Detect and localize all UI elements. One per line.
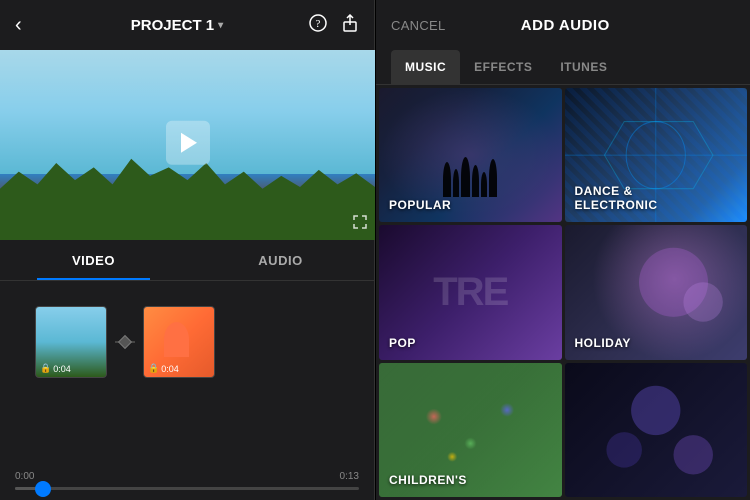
right-header: CANCEL ADD AUDIO: [376, 0, 750, 50]
silhouette-3: [461, 157, 470, 197]
play-triangle-icon: [181, 133, 197, 153]
project-title-container[interactable]: PROJECT 1 ▾: [131, 17, 223, 34]
progress-thumb[interactable]: [35, 481, 51, 497]
clip-row: 🔒 0:04 🔒 0:04: [35, 306, 359, 378]
genre-pop[interactable]: TRE POP: [379, 225, 562, 359]
left-header: ‹ PROJECT 1 ▾ ?: [0, 0, 374, 50]
header-icons: ?: [309, 14, 359, 37]
silhouette-4: [472, 165, 479, 197]
clip-duration-1: 🔒 0:04: [40, 363, 71, 374]
pop-bg-text: TRE: [433, 270, 507, 315]
genre-popular[interactable]: POPULAR: [379, 88, 562, 222]
play-button[interactable]: [166, 121, 210, 165]
silhouette-5: [481, 172, 487, 197]
fullscreen-icon[interactable]: [353, 215, 367, 232]
genre-childrens-label: CHILDREN'S: [389, 473, 552, 487]
genre-dance[interactable]: DANCE & ELECTRONIC: [565, 88, 748, 222]
time-labels: 0:00 0:13: [15, 471, 359, 482]
genre-more[interactable]: [565, 363, 748, 497]
genre-dance-label: DANCE & ELECTRONIC: [575, 184, 738, 212]
back-button[interactable]: ‹: [15, 14, 45, 37]
project-name: PROJECT 1: [131, 17, 214, 34]
video-audio-tabs: VIDEO AUDIO: [0, 240, 374, 281]
connector-diamond-icon: [118, 335, 132, 349]
clip-thumbnail-1[interactable]: 🔒 0:04: [35, 306, 107, 378]
genre-popular-label: POPULAR: [389, 198, 552, 212]
tab-itunes[interactable]: ITUNES: [546, 50, 621, 84]
tab-effects[interactable]: EFFECTS: [460, 50, 546, 84]
add-audio-title: ADD AUDIO: [521, 17, 610, 34]
tab-audio[interactable]: AUDIO: [187, 240, 374, 280]
timeline-area: 🔒 0:04 🔒 0:04: [0, 281, 374, 463]
clip-thumbnail-2[interactable]: 🔒 0:04: [143, 306, 215, 378]
progress-bar-area: 0:00 0:13: [0, 463, 374, 500]
silhouette-6: [489, 159, 497, 197]
cancel-button[interactable]: CANCEL: [391, 18, 446, 33]
svg-text:?: ?: [316, 18, 321, 30]
genre-holiday[interactable]: HOLIDAY: [565, 225, 748, 359]
silhouette-2: [453, 169, 459, 197]
tab-video[interactable]: VIDEO: [0, 240, 187, 280]
chevron-down-icon: ▾: [218, 20, 223, 31]
end-time: 0:13: [340, 471, 359, 482]
left-panel: ‹ PROJECT 1 ▾ ? VIDEO AUDIO: [0, 0, 375, 500]
genre-holiday-label: HOLIDAY: [575, 336, 738, 350]
video-preview: [0, 50, 375, 240]
clip-duration-2: 🔒 0:04: [148, 363, 179, 374]
tab-music[interactable]: MUSIC: [391, 50, 460, 84]
share-icon[interactable]: [341, 14, 359, 37]
popular-silhouettes: [379, 147, 562, 197]
lock-icon: 🔒: [40, 363, 51, 374]
genre-pop-label: POP: [389, 336, 552, 350]
help-icon[interactable]: ?: [309, 14, 327, 37]
audio-tabs: MUSIC EFFECTS ITUNES: [376, 50, 750, 85]
start-time: 0:00: [15, 471, 34, 482]
right-panel: CANCEL ADD AUDIO MUSIC EFFECTS ITUNES: [376, 0, 750, 500]
genre-childrens[interactable]: CHILDREN'S: [379, 363, 562, 497]
lock-icon-2: 🔒: [148, 363, 159, 374]
progress-track[interactable]: [15, 487, 359, 490]
genre-grid: POPULAR DANCE & ELECTRONIC TRE POP: [376, 85, 750, 500]
clip-connector: [115, 341, 135, 343]
silhouette-1: [443, 162, 451, 197]
